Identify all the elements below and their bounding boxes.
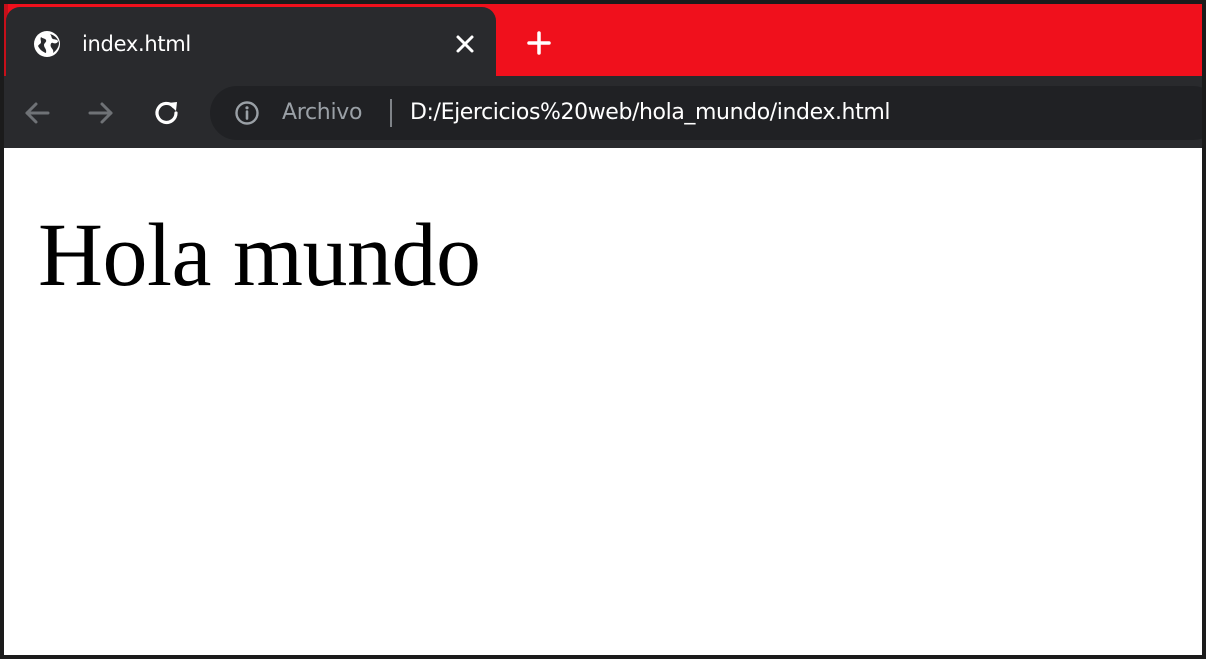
reload-icon[interactable] (150, 96, 184, 130)
arrow-right-icon[interactable] (84, 96, 118, 130)
browser-window: index.html Archivo D:/Ejercicios%20web/h… (0, 0, 1206, 659)
tab-strip: index.html (4, 4, 1202, 76)
tab-index-html[interactable]: index.html (6, 7, 496, 76)
site-info-label[interactable]: Archivo (282, 97, 362, 129)
arrow-left-icon[interactable] (20, 96, 54, 130)
toolbar: Archivo D:/Ejercicios%20web/hola_mundo/i… (4, 76, 1202, 148)
close-icon[interactable] (450, 29, 480, 59)
plus-icon[interactable] (522, 26, 556, 60)
url-text[interactable]: D:/Ejercicios%20web/hola_mundo/index.htm… (410, 97, 890, 129)
globe-icon (34, 31, 60, 57)
address-bar[interactable]: Archivo D:/Ejercicios%20web/hola_mundo/i… (210, 86, 1202, 140)
tab-title: index.html (82, 32, 191, 56)
page-viewport: Hola mundo (4, 148, 1202, 655)
info-icon[interactable] (234, 100, 260, 126)
page-heading: Hola mundo (38, 206, 481, 305)
address-separator (390, 99, 392, 127)
